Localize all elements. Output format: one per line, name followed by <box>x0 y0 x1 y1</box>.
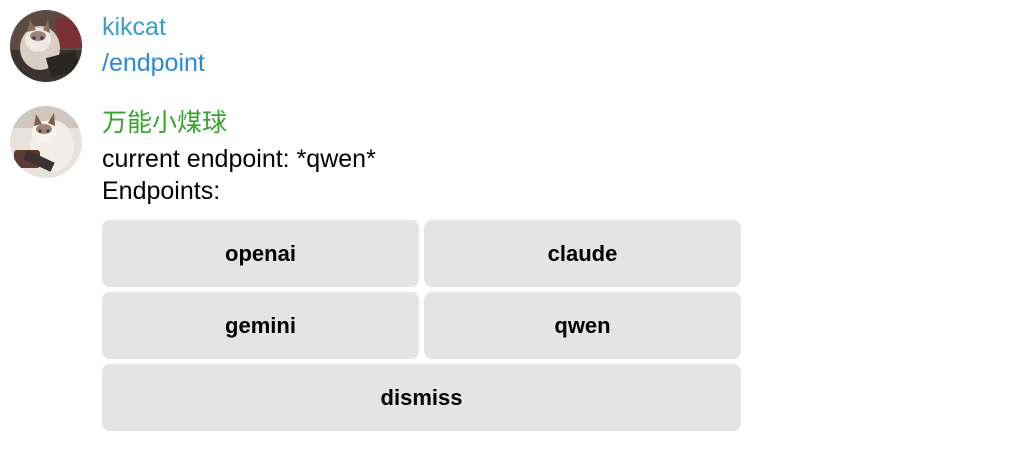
cat-photo-avatar-image <box>10 10 82 82</box>
keyboard-button-openai[interactable]: openai <box>102 220 419 287</box>
user-avatar[interactable] <box>10 10 82 82</box>
bot-command-link[interactable]: /endpoint <box>102 48 205 78</box>
message-text-current-endpoint: current endpoint: *qwen* <box>102 145 376 173</box>
message-text-endpoints-label: Endpoints: <box>102 177 221 205</box>
keyboard-button-dismiss[interactable]: dismiss <box>102 364 741 431</box>
cat-photo-avatar-image <box>10 106 82 178</box>
keyboard-button-gemini[interactable]: gemini <box>102 292 419 359</box>
bot-avatar[interactable] <box>10 106 82 178</box>
sender-name[interactable]: 万能小煤球 <box>102 108 227 138</box>
keyboard-button-qwen[interactable]: qwen <box>424 292 741 359</box>
keyboard-button-claude[interactable]: claude <box>424 220 741 287</box>
sender-name[interactable]: kikcat <box>102 12 166 42</box>
